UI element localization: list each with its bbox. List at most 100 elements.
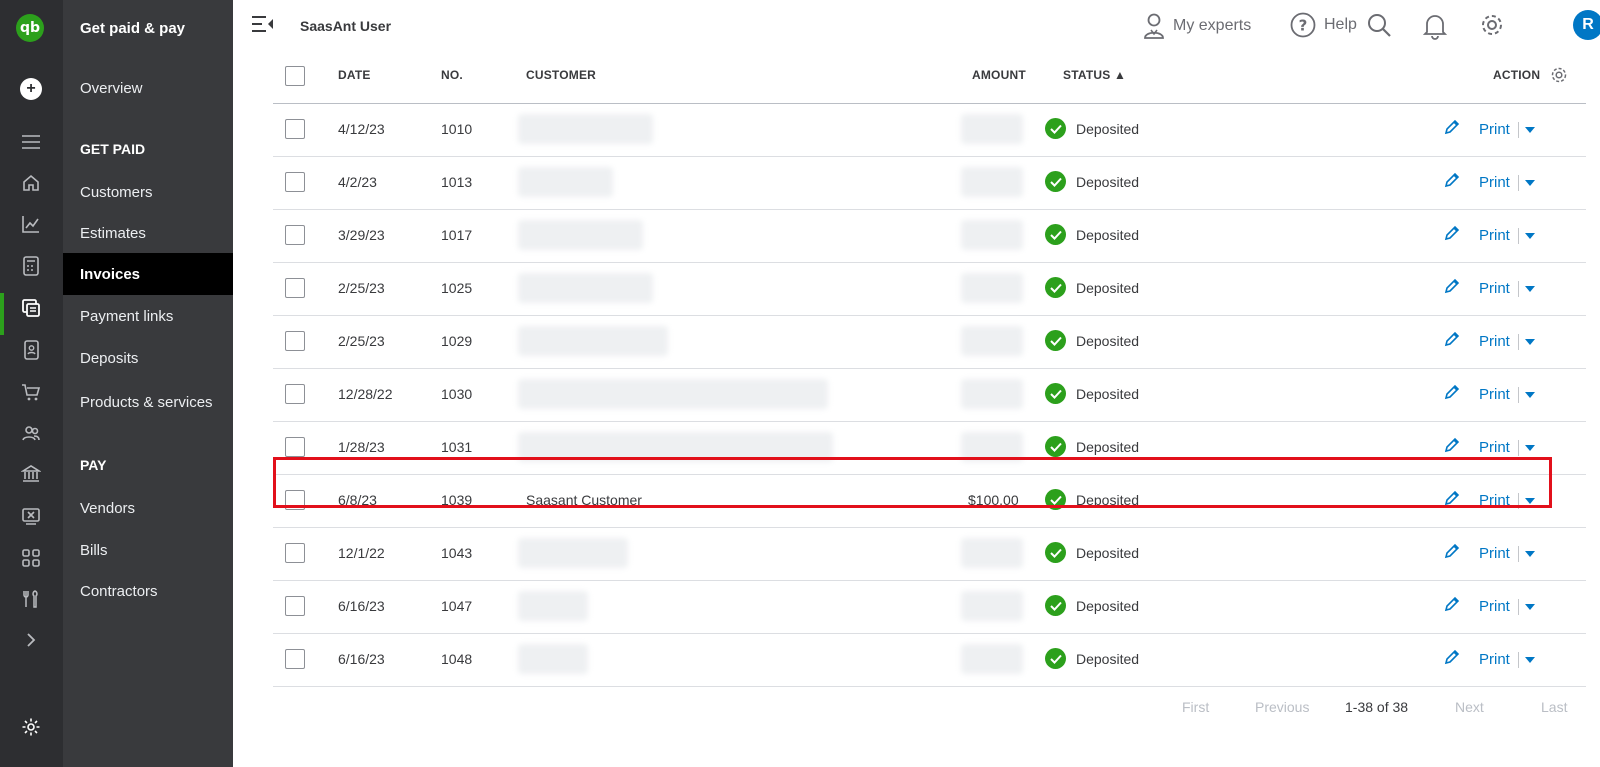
expand-icon[interactable]: [19, 628, 43, 652]
row-checkbox[interactable]: [285, 331, 305, 351]
chevron-down-icon[interactable]: [1524, 439, 1535, 457]
row-checkbox[interactable]: [285, 490, 305, 510]
row-number[interactable]: 1048: [441, 651, 472, 667]
row-checkbox[interactable]: [285, 543, 305, 563]
row-checkbox[interactable]: [285, 596, 305, 616]
row-checkbox[interactable]: [285, 384, 305, 404]
nav-item-bills[interactable]: Bills: [63, 529, 233, 571]
row-checkbox[interactable]: [285, 649, 305, 669]
row-number[interactable]: 1010: [441, 121, 472, 137]
bank-icon[interactable]: [19, 462, 43, 486]
col-status[interactable]: STATUS ▲: [1063, 68, 1126, 82]
pager-first[interactable]: First: [1182, 699, 1209, 715]
table-row[interactable]: 12/1/22 1043 Deposited Print: [273, 528, 1586, 581]
table-row[interactable]: 1/28/23 1031 Deposited Print: [273, 422, 1586, 475]
apps-icon[interactable]: [19, 546, 43, 570]
edit-pencil-icon[interactable]: [1443, 383, 1461, 406]
chevron-down-icon[interactable]: [1524, 174, 1535, 192]
cart-icon[interactable]: [19, 380, 43, 404]
pager-previous[interactable]: Previous: [1255, 699, 1309, 715]
row-number[interactable]: 1039: [441, 492, 472, 508]
print-link[interactable]: Print: [1479, 545, 1510, 562]
new-button[interactable]: +: [20, 78, 42, 100]
people-icon[interactable]: [19, 421, 43, 445]
print-link[interactable]: Print: [1479, 651, 1510, 668]
notifications-button[interactable]: [1423, 12, 1447, 40]
edit-pencil-icon[interactable]: [1443, 118, 1461, 141]
invoice-icon[interactable]: [19, 296, 43, 320]
row-number[interactable]: 1047: [441, 598, 472, 614]
row-number[interactable]: 1017: [441, 227, 472, 243]
print-link[interactable]: Print: [1479, 598, 1510, 615]
chevron-down-icon[interactable]: [1524, 545, 1535, 563]
edit-pencil-icon[interactable]: [1443, 595, 1461, 618]
edit-pencil-icon[interactable]: [1443, 224, 1461, 247]
table-row[interactable]: 2/25/23 1025 Deposited Print: [273, 263, 1586, 316]
table-row[interactable]: 3/29/23 1017 Deposited Print: [273, 210, 1586, 263]
chevron-down-icon[interactable]: [1524, 651, 1535, 669]
nav-item-products-services[interactable]: Products & services: [63, 381, 233, 423]
table-row[interactable]: 4/2/23 1013 Deposited Print: [273, 157, 1586, 210]
nav-item-estimates[interactable]: Estimates: [63, 212, 233, 254]
row-checkbox[interactable]: [285, 225, 305, 245]
col-date[interactable]: DATE: [338, 68, 371, 82]
row-number[interactable]: 1031: [441, 439, 472, 455]
calculator-icon[interactable]: [19, 254, 43, 278]
print-link[interactable]: Print: [1479, 492, 1510, 509]
edit-pencil-icon[interactable]: [1443, 277, 1461, 300]
nav-item-deposits[interactable]: Deposits: [63, 337, 233, 379]
tax-icon[interactable]: [19, 504, 43, 528]
pager-last[interactable]: Last: [1541, 699, 1567, 715]
row-number[interactable]: 1043: [441, 545, 472, 561]
row-number[interactable]: 1029: [441, 333, 472, 349]
print-link[interactable]: Print: [1479, 174, 1510, 191]
print-link[interactable]: Print: [1479, 333, 1510, 350]
print-link[interactable]: Print: [1479, 439, 1510, 456]
help-button[interactable]: ? Help: [1290, 12, 1357, 38]
table-row[interactable]: 2/25/23 1029 Deposited Print: [273, 316, 1586, 369]
collapse-nav-icon[interactable]: [251, 15, 275, 38]
edit-pencil-icon[interactable]: [1443, 542, 1461, 565]
nav-item-overview[interactable]: Overview: [63, 67, 233, 109]
select-all-checkbox[interactable]: [285, 66, 305, 86]
edit-pencil-icon[interactable]: [1443, 436, 1461, 459]
chevron-down-icon[interactable]: [1524, 598, 1535, 616]
print-link[interactable]: Print: [1479, 227, 1510, 244]
row-checkbox[interactable]: [285, 119, 305, 139]
chevron-down-icon[interactable]: [1524, 333, 1535, 351]
col-no[interactable]: NO.: [441, 68, 463, 82]
nav-item-vendors[interactable]: Vendors: [63, 487, 233, 529]
tools-icon[interactable]: [19, 587, 43, 611]
nav-item-customers[interactable]: Customers: [63, 171, 233, 213]
nav-item-invoices[interactable]: Invoices: [63, 253, 233, 295]
edit-pencil-icon[interactable]: [1443, 171, 1461, 194]
table-row[interactable]: 12/28/22 1030 Deposited Print: [273, 369, 1586, 422]
edit-pencil-icon[interactable]: [1443, 648, 1461, 671]
row-checkbox[interactable]: [285, 172, 305, 192]
print-link[interactable]: Print: [1479, 121, 1510, 138]
row-checkbox[interactable]: [285, 437, 305, 457]
chevron-down-icon[interactable]: [1524, 492, 1535, 510]
row-number[interactable]: 1030: [441, 386, 472, 402]
chevron-down-icon[interactable]: [1524, 227, 1535, 245]
table-row[interactable]: 6/16/23 1047 Deposited Print: [273, 581, 1586, 634]
chevron-down-icon[interactable]: [1524, 121, 1535, 139]
table-row[interactable]: 6/16/23 1048 Deposited Print: [273, 634, 1586, 687]
my-experts-button[interactable]: My experts: [1143, 12, 1251, 40]
print-link[interactable]: Print: [1479, 280, 1510, 297]
chart-icon[interactable]: [19, 212, 43, 236]
pager-next[interactable]: Next: [1455, 699, 1484, 715]
row-number[interactable]: 1025: [441, 280, 472, 296]
settings-icon[interactable]: [19, 715, 43, 739]
row-number[interactable]: 1013: [441, 174, 472, 190]
contacts-book-icon[interactable]: [19, 338, 43, 362]
col-customer[interactable]: CUSTOMER: [526, 68, 596, 82]
search-button[interactable]: [1366, 12, 1392, 38]
edit-pencil-icon[interactable]: [1443, 489, 1461, 512]
row-checkbox[interactable]: [285, 278, 305, 298]
nav-item-contractors[interactable]: Contractors: [63, 570, 233, 612]
chevron-down-icon[interactable]: [1524, 280, 1535, 298]
avatar[interactable]: R: [1573, 10, 1600, 40]
home-icon[interactable]: [19, 171, 43, 195]
menu-icon[interactable]: [19, 130, 43, 154]
